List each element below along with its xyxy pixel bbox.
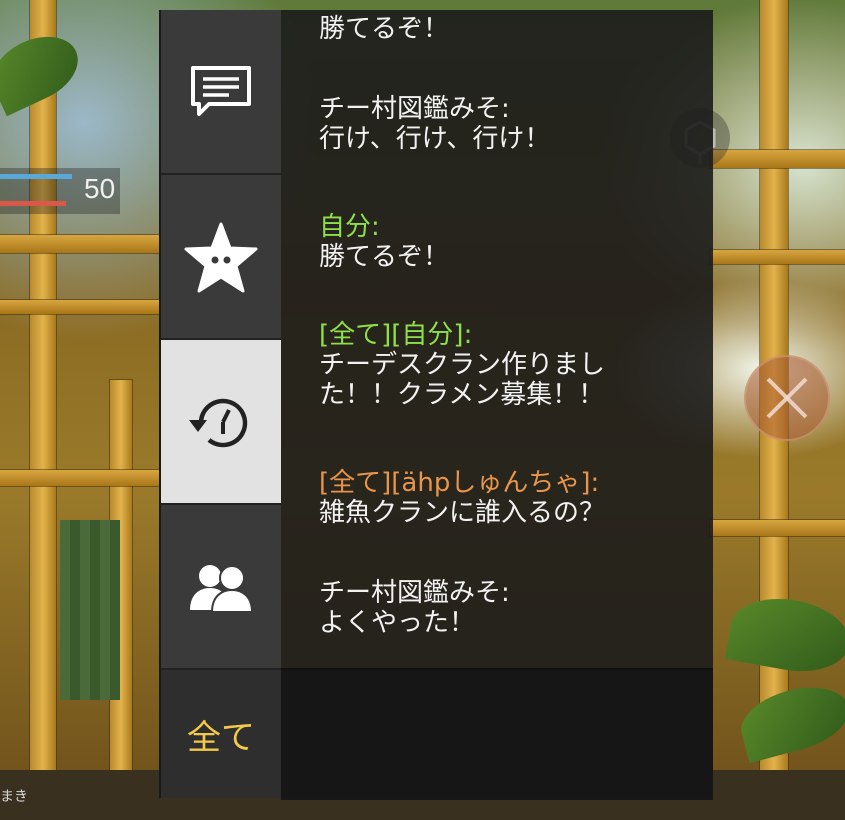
chat-bubble-icon bbox=[191, 65, 251, 116]
star-icon bbox=[184, 222, 258, 292]
friends-icon bbox=[190, 564, 254, 613]
wooden-beam bbox=[710, 520, 845, 536]
chat-message: [全て][自分]: チーデスクラン作りまし た！！クラメン募集！！ bbox=[319, 320, 699, 410]
chat-sender: 自分: bbox=[319, 212, 380, 242]
chat-message: 勝てるぞ！ bbox=[319, 14, 699, 44]
health-value: 50 bbox=[84, 173, 116, 204]
wooden-beam bbox=[710, 250, 845, 264]
chat-input-bar[interactable] bbox=[281, 668, 713, 800]
wooden-beam bbox=[0, 470, 160, 486]
wooden-beam bbox=[0, 300, 160, 314]
chat-sidebar: 全て bbox=[161, 10, 281, 798]
chat-body: チーデスクラン作りまし た！！クラメン募集！！ bbox=[319, 350, 606, 410]
chat-message: 自分: 勝てるぞ！ bbox=[319, 212, 699, 272]
game-scene: 50 まき 全て 勝てるぞ！ チー村図鑑みそ: 行け、行け、行け！ 自分: 勝て… bbox=[0, 0, 845, 820]
tab-messages[interactable] bbox=[161, 10, 281, 175]
chat-log[interactable]: 勝てるぞ！ チー村図鑑みそ: 行け、行け、行け！ 自分: 勝てるぞ！ [全て][… bbox=[281, 10, 713, 668]
close-icon bbox=[766, 377, 808, 419]
chat-sender: [全て][自分]: bbox=[319, 320, 473, 350]
green-wall bbox=[60, 520, 120, 700]
chat-message: チー村図鑑みそ: 行け、行け、行け！ bbox=[319, 94, 699, 154]
close-chat-button[interactable] bbox=[744, 355, 830, 441]
tab-favorites[interactable] bbox=[161, 175, 281, 340]
wooden-beam bbox=[0, 235, 160, 253]
chat-message: チー村図鑑みそ: よくやった！ bbox=[319, 578, 699, 638]
chat-sender: [全て][ähpしゅんちゃ]: bbox=[319, 468, 600, 498]
health-bar bbox=[0, 201, 66, 206]
player-name: まき bbox=[0, 789, 28, 805]
wooden-post bbox=[30, 0, 56, 820]
chat-body: 雑魚クランに誰入るの？ bbox=[319, 498, 606, 528]
armor-bar bbox=[0, 174, 72, 179]
chat-body: チー村図鑑みそ: 行け、行け、行け！ bbox=[319, 94, 551, 154]
chat-body: 勝てるぞ！ bbox=[319, 14, 450, 44]
tab-all-label: 全て bbox=[187, 717, 255, 758]
tab-all[interactable]: 全て bbox=[161, 670, 281, 798]
history-clock-icon bbox=[189, 398, 248, 447]
tab-history[interactable] bbox=[161, 340, 281, 505]
chat-body: 勝てるぞ！ bbox=[319, 242, 450, 272]
chat-message: [全て][ähpしゅんちゃ]: 雑魚クランに誰入るの？ bbox=[319, 468, 699, 528]
tab-friends[interactable] bbox=[161, 505, 281, 670]
chat-panel: 全て 勝てるぞ！ チー村図鑑みそ: 行け、行け、行け！ 自分: 勝てるぞ！ [全… bbox=[159, 10, 713, 800]
wooden-beam bbox=[710, 150, 845, 168]
chat-body: チー村図鑑みそ: よくやった！ bbox=[319, 578, 510, 638]
